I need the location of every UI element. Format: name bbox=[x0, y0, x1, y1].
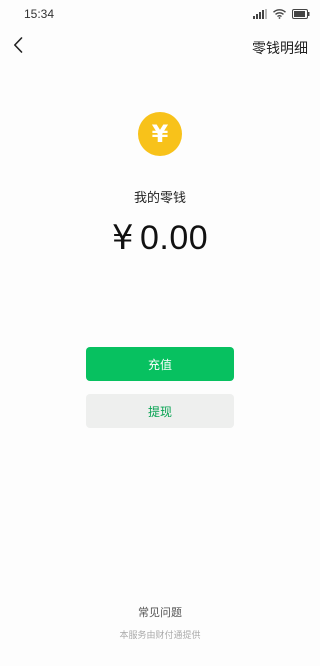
recharge-button[interactable]: 充值 bbox=[86, 347, 234, 381]
nav-bar: 零钱明细 bbox=[0, 30, 320, 64]
transaction-details-link[interactable]: 零钱明细 bbox=[252, 38, 308, 58]
withdraw-button-label: 提现 bbox=[147, 404, 172, 419]
status-icons bbox=[253, 8, 310, 20]
yen-glyph: ¥ bbox=[151, 120, 169, 148]
faq-link[interactable]: 常见问题 bbox=[0, 604, 320, 620]
signal-icon bbox=[253, 9, 267, 19]
back-button[interactable] bbox=[8, 36, 28, 58]
withdraw-button[interactable]: 提现 bbox=[86, 394, 234, 428]
currency-symbol: ¥ bbox=[111, 218, 134, 258]
recharge-button-label: 充值 bbox=[147, 357, 172, 372]
balance-label: 我的零钱 bbox=[133, 191, 186, 206]
wifi-icon bbox=[273, 9, 286, 19]
yen-coin-icon: ¥ bbox=[138, 112, 182, 156]
balance-value: 0.00 bbox=[139, 219, 209, 257]
status-bar: 15:34 bbox=[0, 0, 320, 28]
chevron-left-icon bbox=[13, 37, 23, 57]
status-time: 15:34 bbox=[24, 7, 55, 21]
provider-note: 本服务由财付通提供 bbox=[119, 631, 201, 641]
balance-amount: ¥0.00 bbox=[0, 218, 320, 258]
battery-icon bbox=[292, 9, 310, 19]
wallet-balance-screen: 15:34 零钱明细 ¥ 我的零钱 ¥ 0.00 充值 提现 常见问题 本服务由… bbox=[0, 0, 320, 666]
